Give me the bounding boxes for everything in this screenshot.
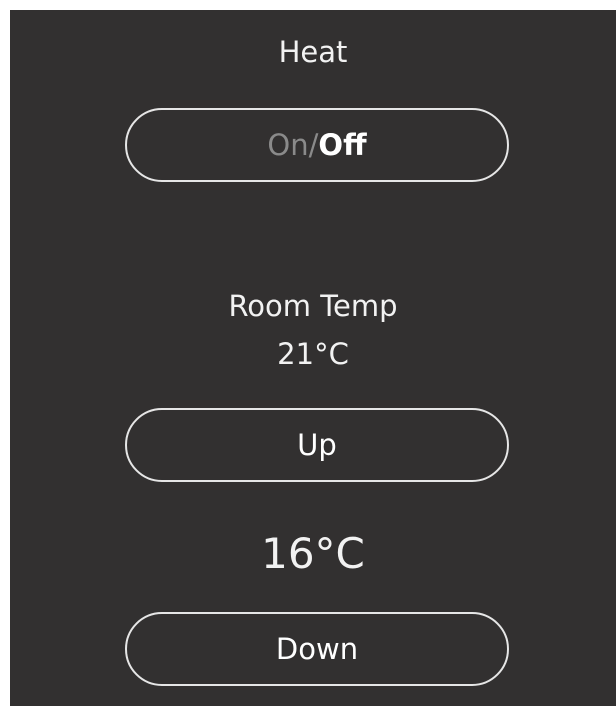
- heat-on-off-toggle-button[interactable]: On / Off: [125, 108, 509, 182]
- room-temp-value: 21°C: [277, 337, 349, 371]
- room-temp-label: Room Temp: [228, 289, 398, 323]
- thermostat-panel: Heat On / Off Room Temp 21°C Up 16°C Down: [10, 10, 616, 706]
- toggle-separator: /: [308, 128, 319, 162]
- temp-up-label: Up: [297, 428, 337, 462]
- setpoint-temp-value: 16°C: [261, 529, 365, 578]
- temp-down-button[interactable]: Down: [125, 612, 509, 686]
- toggle-off-label: Off: [318, 128, 367, 162]
- temp-up-button[interactable]: Up: [125, 408, 509, 482]
- heat-title: Heat: [278, 35, 348, 69]
- toggle-on-label: On: [267, 128, 309, 162]
- temp-down-label: Down: [275, 632, 359, 666]
